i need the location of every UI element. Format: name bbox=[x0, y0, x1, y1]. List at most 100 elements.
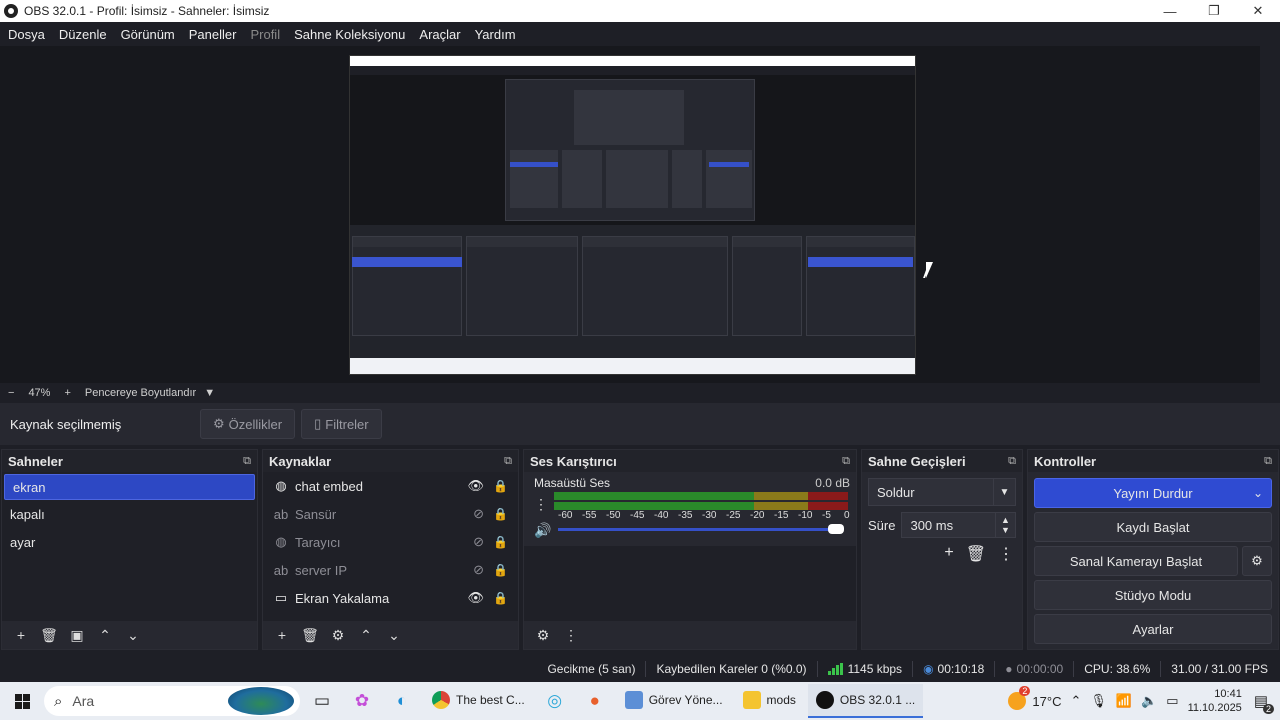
undock-icon[interactable]: ⧉ bbox=[1008, 455, 1016, 468]
start-record-button[interactable]: Kaydı Başlat bbox=[1034, 512, 1272, 542]
eye-icon[interactable]: 👁 bbox=[467, 478, 484, 494]
menu-view[interactable]: Görünüm bbox=[121, 27, 175, 42]
filters-button[interactable]: ▯ Filtreler bbox=[301, 409, 382, 439]
transition-menu-button[interactable]: ⋮ bbox=[998, 544, 1014, 564]
taskbar-search[interactable]: ⌕ Ara bbox=[44, 686, 300, 716]
source-item[interactable]: ◍ Tarayıcı ⊘ 🔒 bbox=[263, 528, 518, 556]
network-app-icon[interactable]: ◎ bbox=[537, 684, 573, 718]
advanced-audio-button[interactable]: ⚙ bbox=[530, 624, 556, 646]
eye-hidden-icon[interactable]: ⊘ bbox=[473, 506, 484, 522]
start-button[interactable] bbox=[0, 693, 44, 709]
minimize-button[interactable]: — bbox=[1148, 0, 1192, 22]
undock-icon[interactable]: ⧉ bbox=[842, 455, 850, 468]
source-item[interactable]: ▭ Ekran Yakalama 👁 🔒 bbox=[263, 584, 518, 612]
lock-icon[interactable]: 🔒 bbox=[493, 507, 508, 521]
sources-title: Kaynaklar bbox=[269, 453, 332, 469]
transition-selected: Soldur bbox=[877, 484, 915, 500]
gear-icon: ⚙ bbox=[1251, 553, 1263, 568]
move-scene-up-button[interactable]: ⌃ bbox=[92, 624, 118, 646]
source-item[interactable]: ab Sansür ⊘ 🔒 bbox=[263, 500, 518, 528]
taskbar-clock[interactable]: 10:41 11.10.2025 bbox=[1188, 687, 1242, 715]
lock-icon[interactable]: 🔒 bbox=[493, 591, 508, 605]
duration-stepper[interactable]: ▲ ▼ bbox=[995, 513, 1015, 537]
taskbar-app-explorer[interactable]: mods bbox=[735, 684, 804, 718]
firefox-icon[interactable]: ● bbox=[577, 684, 613, 718]
undock-icon[interactable]: ⧉ bbox=[504, 455, 512, 468]
volume-slider-handle[interactable] bbox=[828, 524, 844, 534]
controls-dock: Kontroller ⧉ Yayını Durdur ⌄ Kaydı Başla… bbox=[1027, 449, 1279, 650]
preview-canvas[interactable] bbox=[0, 46, 1260, 383]
speaker-icon[interactable]: 🔊 bbox=[534, 522, 551, 539]
duration-input[interactable]: 300 ms ▲ ▼ bbox=[901, 512, 1016, 538]
menu-scene-collection[interactable]: Sahne Koleksiyonu bbox=[294, 27, 405, 42]
weather-widget[interactable]: 2 17°C bbox=[1008, 686, 1061, 710]
add-source-button[interactable]: + bbox=[269, 624, 295, 646]
scene-item-ekran[interactable]: ekran bbox=[4, 474, 255, 500]
menu-edit[interactable]: Düzenle bbox=[59, 27, 107, 42]
taskbar-app-obs[interactable]: OBS 32.0.1 ... bbox=[807, 684, 924, 718]
controls-title: Kontroller bbox=[1034, 453, 1097, 469]
transition-select[interactable]: Soldur ▼ bbox=[868, 478, 1016, 506]
menu-help[interactable]: Yardım bbox=[475, 27, 516, 42]
search-highlight-image bbox=[228, 687, 294, 715]
remove-scene-button[interactable]: 🗑 bbox=[36, 624, 62, 646]
lock-icon[interactable]: 🔒 bbox=[493, 535, 508, 549]
move-source-up-button[interactable]: ⌃ bbox=[353, 624, 379, 646]
remove-source-button[interactable]: 🗑 bbox=[297, 624, 323, 646]
menu-tools[interactable]: Araçlar bbox=[419, 27, 460, 42]
lock-icon[interactable]: 🔒 bbox=[493, 563, 508, 577]
taskbar-app-task-manager[interactable]: Görev Yöne... bbox=[617, 684, 731, 718]
properties-button[interactable]: ⚙ Özellikler bbox=[200, 409, 296, 439]
volume-slider[interactable] bbox=[554, 522, 850, 536]
eye-hidden-icon[interactable]: ⊘ bbox=[473, 534, 484, 550]
undock-icon[interactable]: ⧉ bbox=[1264, 455, 1272, 468]
taskbar-app-chrome[interactable]: The best C... bbox=[424, 684, 533, 718]
sources-dock-header: Kaynaklar ⧉ bbox=[263, 450, 518, 472]
source-item[interactable]: ab server IP ⊘ 🔒 bbox=[263, 556, 518, 584]
source-settings-button[interactable]: ⚙ bbox=[325, 624, 351, 646]
stream-time: 00:10:18 bbox=[937, 661, 985, 676]
mixer-menu-button[interactable]: ⋮ bbox=[558, 624, 584, 646]
eye-hidden-icon[interactable]: ⊘ bbox=[473, 562, 484, 578]
chevron-up-icon[interactable]: ⌃ bbox=[1070, 693, 1081, 709]
source-item[interactable]: ◍ chat embed 👁 🔒 bbox=[263, 472, 518, 500]
settings-button[interactable]: Ayarlar bbox=[1034, 614, 1272, 644]
zoom-in-button[interactable]: + bbox=[64, 387, 70, 399]
menu-file[interactable]: Dosya bbox=[8, 27, 45, 42]
task-view-icon[interactable]: ▭ bbox=[304, 684, 340, 718]
scene-filters-button[interactable]: ▣ bbox=[64, 624, 90, 646]
microphone-icon[interactable]: 🎙 bbox=[1090, 693, 1107, 709]
wifi-icon[interactable]: 📶 bbox=[1116, 693, 1132, 709]
scene-item-ayar[interactable]: ayar bbox=[2, 528, 257, 556]
volume-icon[interactable]: 🔈 bbox=[1141, 693, 1157, 709]
battery-icon[interactable]: ▭ bbox=[1166, 693, 1178, 709]
track-menu-icon[interactable]: ⋮ bbox=[534, 496, 548, 513]
studio-mode-button[interactable]: Stüdyo Modu bbox=[1034, 580, 1272, 610]
edge-icon[interactable]: ◐ bbox=[384, 684, 420, 718]
remove-transition-button[interactable]: 🗑 bbox=[966, 544, 986, 564]
eye-icon[interactable]: 👁 bbox=[467, 590, 484, 606]
chevron-down-icon[interactable]: ⌄ bbox=[1253, 486, 1263, 500]
close-button[interactable]: ✕ bbox=[1236, 0, 1280, 22]
lock-icon[interactable]: 🔒 bbox=[493, 479, 508, 493]
undock-icon[interactable]: ⧉ bbox=[243, 455, 251, 468]
menu-docks[interactable]: Paneller bbox=[189, 27, 237, 42]
maximize-button[interactable]: ❐ bbox=[1192, 0, 1236, 22]
zoom-out-button[interactable]: − bbox=[8, 387, 14, 399]
move-scene-down-button[interactable]: ⌄ bbox=[120, 624, 146, 646]
preview-scrollbar[interactable] bbox=[1260, 46, 1280, 383]
move-source-down-button[interactable]: ⌄ bbox=[381, 624, 407, 646]
virtualcam-settings-button[interactable]: ⚙ bbox=[1242, 546, 1272, 576]
chevron-down-icon: ▼ bbox=[993, 479, 1015, 505]
notification-icon[interactable]: ▤ 2 bbox=[1254, 692, 1274, 714]
scene-item-kapali[interactable]: kapalı bbox=[2, 500, 257, 528]
cpu-usage: CPU: 38.6% bbox=[1084, 661, 1151, 676]
stop-stream-button[interactable]: Yayını Durdur ⌄ bbox=[1034, 478, 1272, 508]
add-scene-button[interactable]: + bbox=[8, 624, 34, 646]
scale-mode-dropdown[interactable]: ▼ bbox=[204, 387, 215, 399]
menu-profile[interactable]: Profil bbox=[250, 27, 280, 42]
add-transition-button[interactable]: + bbox=[944, 544, 953, 564]
copilot-icon[interactable]: ✿ bbox=[344, 684, 380, 718]
mixer-empty-area bbox=[524, 546, 856, 621]
start-virtualcam-button[interactable]: Sanal Kamerayı Başlat bbox=[1034, 546, 1238, 576]
